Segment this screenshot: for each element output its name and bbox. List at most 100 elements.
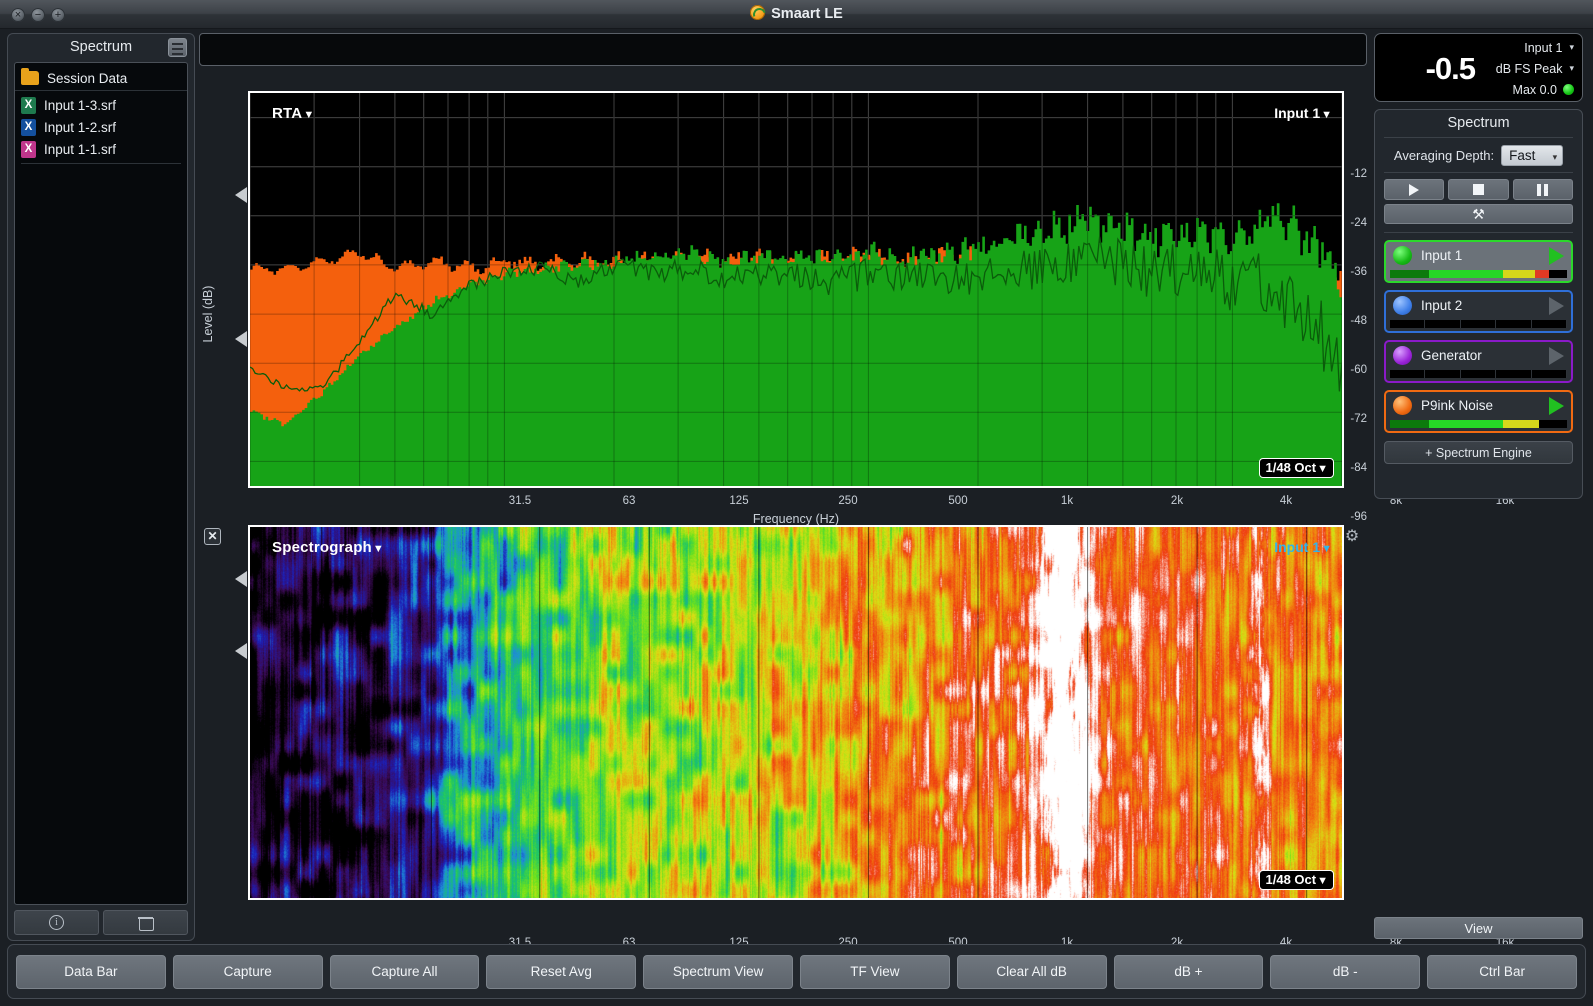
engine-color-dot [1393, 346, 1412, 365]
graph-area: Level (dB) -12 -24 -36 -48 -60 -72 -84 -… [199, 33, 1514, 969]
spectrograph-octave-badge[interactable]: 1/48 Oct▼ [1258, 870, 1334, 890]
spectrograph-panel: Spectrograph▼ Input 1▼ 1/48 Oct▼ 31.5 63… [199, 503, 1514, 969]
chevron-down-icon: ▾ [1552, 152, 1558, 162]
engine-item-pink-noise[interactable]: P9ink Noise [1384, 390, 1573, 433]
play-icon[interactable] [1549, 246, 1564, 265]
srf-file-icon: X [21, 118, 36, 136]
button-label: Ctrl Bar [1479, 964, 1525, 979]
info-button[interactable]: i [14, 910, 99, 935]
play-icon[interactable] [1549, 296, 1564, 315]
rta-octave-text: 1/48 Oct [1265, 460, 1317, 475]
list-item[interactable]: X Input 1-1.srf [15, 138, 187, 160]
add-spectrum-engine-button[interactable]: + Spectrum Engine [1384, 441, 1573, 464]
list-item[interactable]: X Input 1-2.srf [15, 116, 187, 138]
rta-title[interactable]: RTA▼ [272, 105, 314, 122]
play-icon[interactable] [1549, 346, 1564, 365]
level-input-selector[interactable]: Input 1 ▾ [1524, 41, 1574, 55]
averaging-depth-select[interactable]: Fast ▾ [1501, 145, 1564, 166]
rta-chart-svg [250, 93, 1342, 486]
spectrum-view-button[interactable]: Spectrum View [643, 954, 793, 989]
play-icon[interactable] [1549, 396, 1564, 415]
engine-item-input-2[interactable]: Input 2 [1384, 290, 1573, 333]
spectrograph-trace-label[interactable]: Input 1▼ [1274, 539, 1332, 555]
data-bar-button[interactable]: Data Bar [16, 954, 166, 989]
rta-trace-label[interactable]: Input 1▼ [1274, 105, 1332, 121]
stop-button[interactable] [1448, 179, 1509, 200]
db-increase-button[interactable]: dB + [1113, 954, 1264, 989]
averaging-depth-value: Fast [1509, 148, 1536, 163]
db-decrease-button[interactable]: dB - [1270, 954, 1421, 989]
button-label: Capture All [371, 964, 438, 979]
transport-controls [1375, 179, 1582, 200]
chevron-down-icon: ▼ [1321, 543, 1332, 555]
divider [21, 163, 181, 164]
view-button[interactable]: View [1374, 917, 1583, 939]
clear-all-db-button[interactable]: Clear All dB [956, 954, 1107, 989]
spectrograph-cursor-handle-upper[interactable] [235, 571, 247, 587]
engine-label: Input 1 [1421, 248, 1463, 263]
info-icon: i [49, 915, 64, 930]
hamburger-menu-icon[interactable] [168, 38, 187, 57]
tree-item-session-data[interactable]: Session Data [15, 67, 187, 91]
level-meter: -0.5 Input 1 ▾ dB FS Peak ▾ Max 0.0 [1374, 33, 1583, 102]
bottom-control-bar: Data Bar Capture Capture All Reset Avg S… [7, 944, 1586, 999]
rta-plot[interactable]: RTA▼ Input 1▼ 1/48 Oct▼ [248, 91, 1344, 488]
folder-icon [21, 68, 39, 85]
capture-button[interactable]: Capture [172, 954, 323, 989]
rta-title-text: RTA [272, 105, 303, 122]
engine-color-dot [1393, 396, 1412, 415]
engine-label: Input 2 [1421, 298, 1463, 313]
button-label: Data Bar [64, 964, 118, 979]
spectrograph-trace-text: Input 1 [1274, 539, 1321, 555]
divider [1384, 137, 1573, 138]
averaging-depth-label: Averaging Depth: [1393, 148, 1495, 163]
engine-item-generator[interactable]: Generator [1384, 340, 1573, 383]
rta-octave-badge[interactable]: 1/48 Oct▼ [1258, 458, 1334, 478]
list-item[interactable]: X Input 1-3.srf [15, 94, 187, 116]
rta-panel: Level (dB) -12 -24 -36 -48 -60 -72 -84 -… [199, 69, 1514, 545]
spectrograph-plot[interactable]: Spectrograph▼ Input 1▼ 1/48 Oct▼ [248, 525, 1344, 900]
play-icon [1409, 183, 1420, 196]
level-unit-selector[interactable]: dB FS Peak ▾ [1496, 62, 1574, 76]
button-label: dB - [1332, 964, 1358, 979]
spectrum-panel-title: Spectrum [1447, 115, 1510, 131]
engine-level-meter [1390, 270, 1567, 278]
ctrl-bar-button[interactable]: Ctrl Bar [1427, 954, 1577, 989]
level-status-indicator [1563, 84, 1574, 95]
chevron-down-icon: ▼ [1317, 463, 1328, 475]
delete-button[interactable] [103, 910, 188, 935]
button-label: Clear All dB [996, 964, 1067, 979]
srf-file-icon: X [21, 96, 36, 114]
chevron-down-icon: ▼ [303, 109, 315, 121]
rta-cursor-handle-lower[interactable] [235, 331, 247, 347]
button-label: dB + [1174, 964, 1203, 979]
tools-button[interactable]: ⚒ [1384, 204, 1573, 224]
chevron-down-icon: ▼ [1321, 109, 1332, 121]
right-sidebar: -0.5 Input 1 ▾ dB FS Peak ▾ Max 0.0 Spectr… [1354, 33, 1586, 968]
session-data-tree[interactable]: Session Data X Input 1-3.srf X Input 1-2… [14, 62, 188, 905]
tools-icon: ⚒ [1472, 205, 1485, 222]
level-input-label: Input 1 [1524, 41, 1563, 55]
window-title: Smaart LE [0, 0, 1593, 29]
chevron-down-icon: ▼ [372, 543, 385, 555]
reset-avg-button[interactable]: Reset Avg [486, 954, 637, 989]
pause-icon [1537, 183, 1549, 196]
button-label: Capture [223, 964, 272, 979]
capture-all-button[interactable]: Capture All [329, 954, 480, 989]
rta-y-axis-title: Level (dB) [201, 285, 215, 343]
engine-level-meter [1390, 420, 1567, 428]
tf-view-button[interactable]: TF View [799, 954, 950, 989]
averaging-depth-row: Averaging Depth: Fast ▾ [1375, 144, 1582, 166]
left-sidebar: Spectrum Session Data X Input 1-3.srf X … [7, 33, 195, 941]
data-bar[interactable] [199, 33, 1367, 66]
window-titlebar: × − + Smaart LE [0, 0, 1593, 29]
rta-cursor-handle-upper[interactable] [235, 187, 247, 203]
pause-button[interactable] [1512, 179, 1573, 200]
spectrograph-gridlines [321, 527, 1308, 898]
play-button[interactable] [1384, 179, 1445, 200]
spectrograph-title[interactable]: Spectrograph▼ [272, 539, 384, 556]
engine-label: Generator [1421, 348, 1482, 363]
engine-item-input-1[interactable]: Input 1 [1384, 240, 1573, 283]
spectrograph-cursor-handle-lower[interactable] [235, 643, 247, 659]
trash-icon [138, 915, 154, 931]
